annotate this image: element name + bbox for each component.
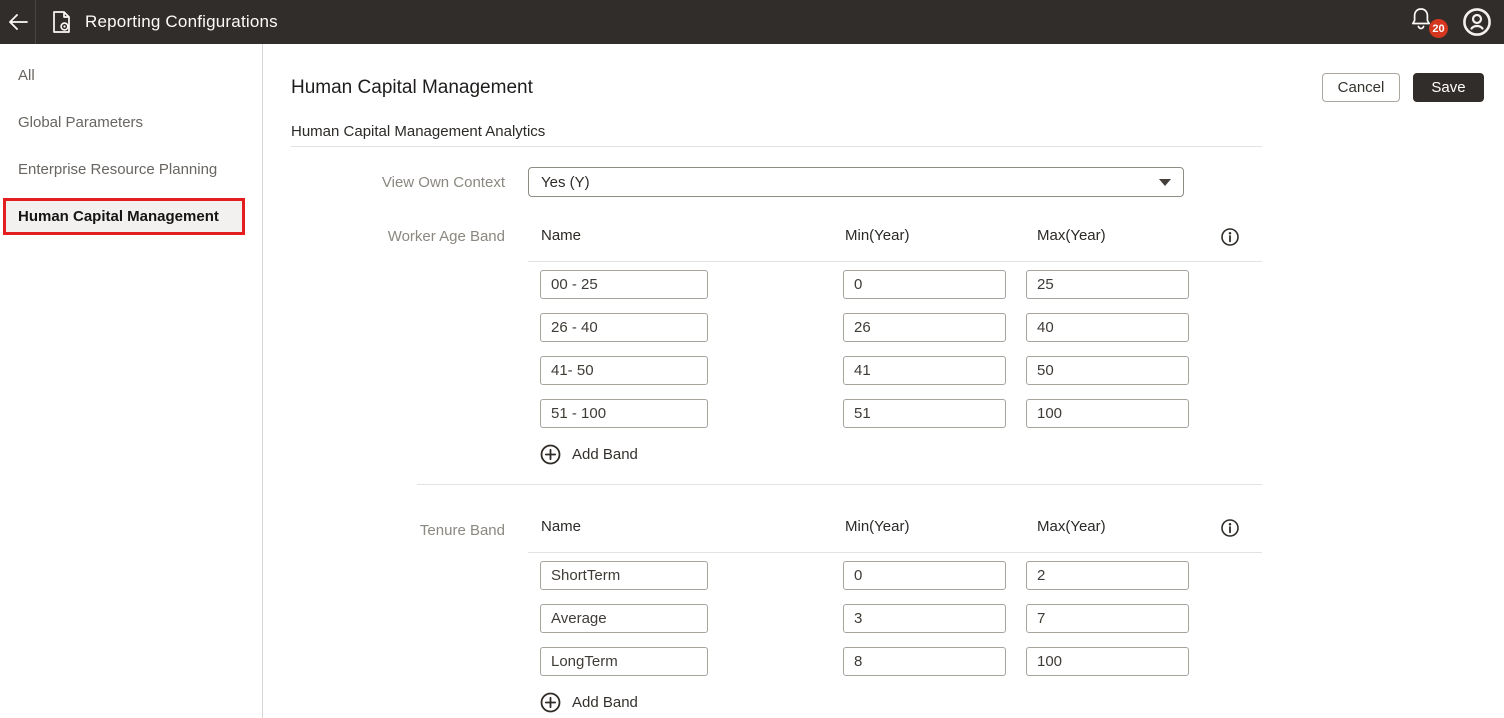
wab-row1-name-input[interactable] xyxy=(540,270,708,299)
info-icon xyxy=(1220,227,1240,247)
back-arrow-icon xyxy=(8,14,28,30)
category-sidebar: All Global Parameters Enterprise Resourc… xyxy=(0,44,263,718)
view-own-context-label: View Own Context xyxy=(291,167,505,197)
tb-add-band-label: Add Band xyxy=(572,694,638,711)
page-title: Human Capital Management xyxy=(291,77,533,99)
user-menu-button[interactable] xyxy=(1460,5,1494,39)
tb-row1-name-input[interactable] xyxy=(540,561,708,590)
cancel-button[interactable]: Cancel xyxy=(1322,73,1400,102)
view-own-context-value: Yes (Y) xyxy=(541,174,590,191)
wab-add-band-button[interactable]: Add Band xyxy=(540,444,638,465)
wab-row3-name-input[interactable] xyxy=(540,356,708,385)
tb-row1-max-input[interactable] xyxy=(1026,561,1189,590)
info-icon xyxy=(1220,518,1240,538)
view-own-context-select[interactable]: Yes (Y) xyxy=(528,167,1184,197)
reporting-configurations-page: Reporting Configurations 20 All Global P… xyxy=(0,0,1504,718)
wab-row4-name-input[interactable] xyxy=(540,399,708,428)
band-section-divider xyxy=(417,484,1262,485)
sidebar-item-all[interactable]: All xyxy=(0,52,262,99)
tb-row2-name-input[interactable] xyxy=(540,604,708,633)
top-app-bar: Reporting Configurations 20 xyxy=(0,0,1504,44)
wab-row1-max-input[interactable] xyxy=(1026,270,1189,299)
chevron-down-icon xyxy=(1159,179,1171,186)
wab-col-min: Min(Year) xyxy=(845,227,909,244)
tb-row3-max-input[interactable] xyxy=(1026,647,1189,676)
section-divider xyxy=(291,146,1262,147)
tb-row3-min-input[interactable] xyxy=(843,647,1006,676)
wab-add-band-label: Add Band xyxy=(572,446,638,463)
topbar-divider xyxy=(35,0,36,44)
wab-info-button[interactable] xyxy=(1220,227,1240,247)
wab-row3-min-input[interactable] xyxy=(843,356,1006,385)
wab-col-name: Name xyxy=(541,227,581,244)
sidebar-item-human-capital-management[interactable]: Human Capital Management xyxy=(3,198,245,235)
avatar-icon xyxy=(1462,7,1492,37)
wab-row2-min-input[interactable] xyxy=(843,313,1006,342)
report-document-icon xyxy=(52,11,71,33)
notifications-button[interactable]: 20 xyxy=(1408,5,1442,39)
add-circle-icon xyxy=(540,692,561,713)
back-button[interactable] xyxy=(0,0,35,44)
add-circle-icon xyxy=(540,444,561,465)
tb-col-min: Min(Year) xyxy=(845,518,909,535)
wab-row3-max-input[interactable] xyxy=(1026,356,1189,385)
tenure-band-label: Tenure Band xyxy=(291,517,505,543)
tb-header-divider xyxy=(528,552,1262,553)
wab-col-max: Max(Year) xyxy=(1037,227,1106,244)
tb-row2-max-input[interactable] xyxy=(1026,604,1189,633)
tb-info-button[interactable] xyxy=(1220,518,1240,538)
topbar-actions: 20 xyxy=(1408,5,1504,39)
tb-row3-name-input[interactable] xyxy=(540,647,708,676)
app-title: Reporting Configurations xyxy=(85,12,278,32)
wab-row4-max-input[interactable] xyxy=(1026,399,1189,428)
wab-row1-min-input[interactable] xyxy=(843,270,1006,299)
tb-col-max: Max(Year) xyxy=(1037,518,1106,535)
tb-col-name: Name xyxy=(541,518,581,535)
wab-header-divider xyxy=(528,261,1262,262)
tb-row1-min-input[interactable] xyxy=(843,561,1006,590)
save-button[interactable]: Save xyxy=(1413,73,1484,102)
analytics-section-title: Human Capital Management Analytics xyxy=(291,123,545,140)
sidebar-item-enterprise-resource-planning[interactable]: Enterprise Resource Planning xyxy=(0,146,262,193)
worker-age-band-label: Worker Age Band xyxy=(291,223,505,249)
wab-row2-max-input[interactable] xyxy=(1026,313,1189,342)
notification-badge: 20 xyxy=(1429,19,1448,38)
wab-row2-name-input[interactable] xyxy=(540,313,708,342)
sidebar-item-global-parameters[interactable]: Global Parameters xyxy=(0,99,262,146)
wab-row4-min-input[interactable] xyxy=(843,399,1006,428)
tb-add-band-button[interactable]: Add Band xyxy=(540,692,638,713)
main-content: Human Capital Management Cancel Save Hum… xyxy=(263,44,1504,718)
tb-row2-min-input[interactable] xyxy=(843,604,1006,633)
